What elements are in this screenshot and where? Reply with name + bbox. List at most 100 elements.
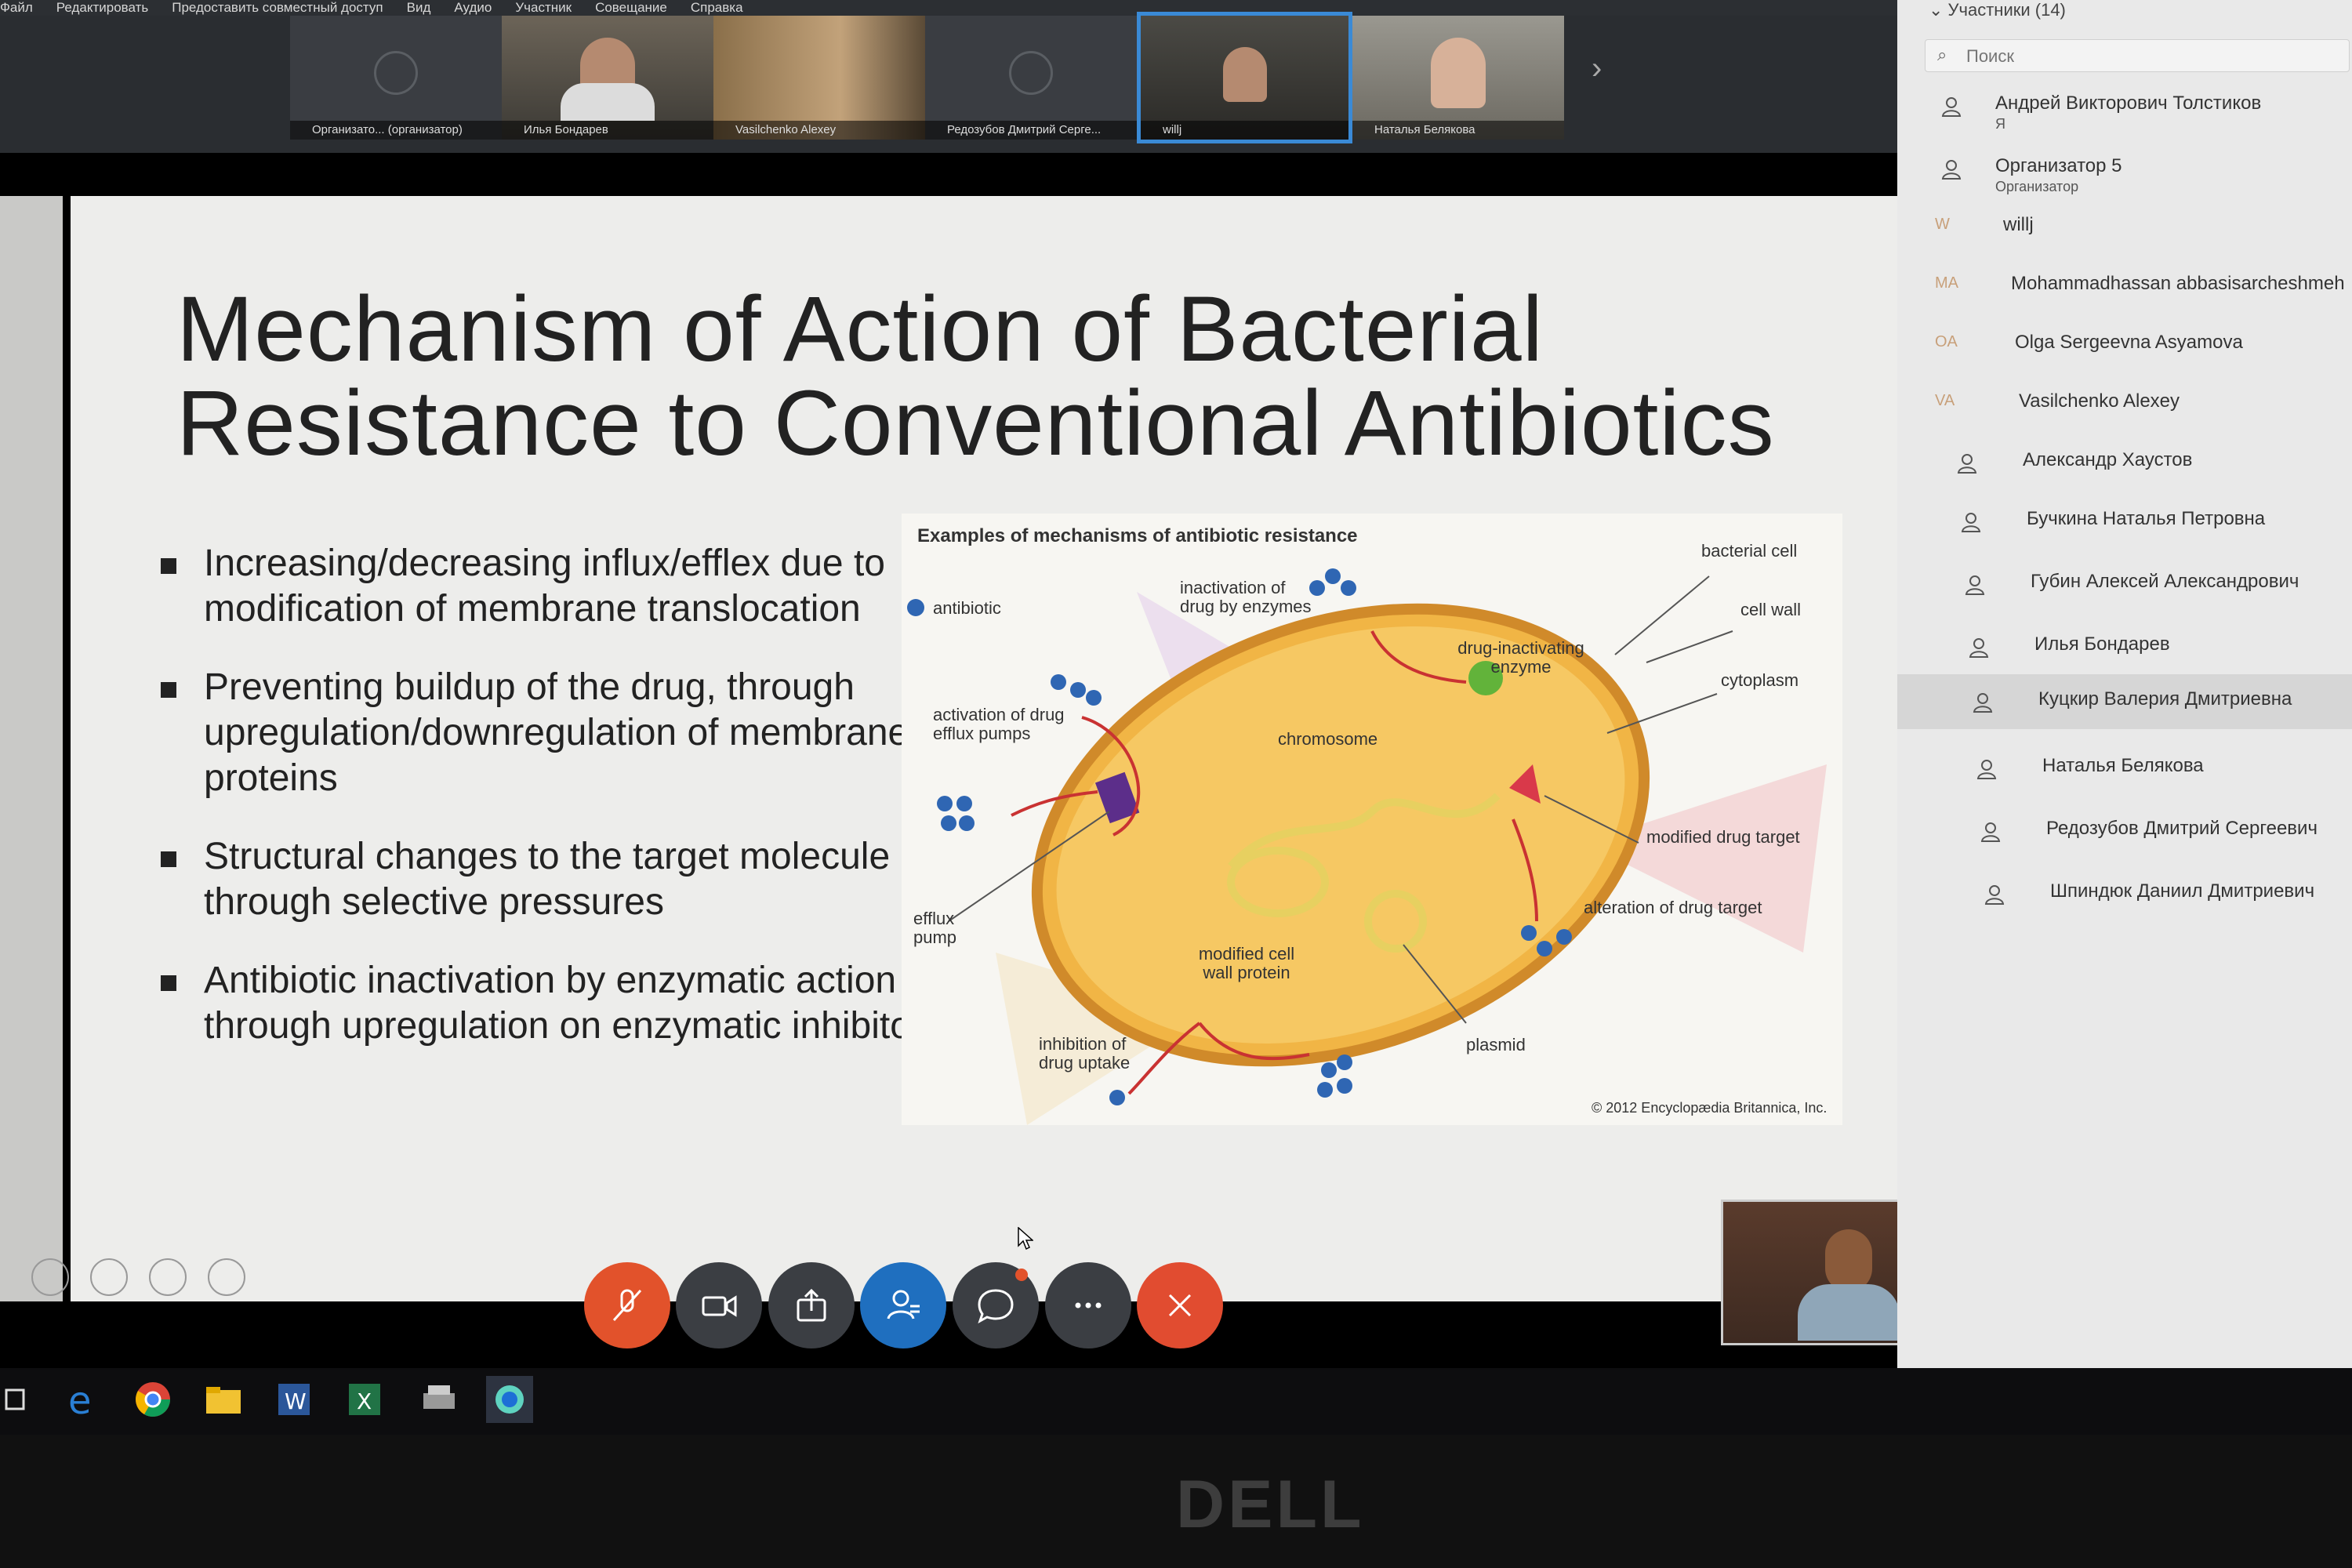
file-explorer-icon[interactable] [200,1376,247,1423]
participant-row[interactable]: Наталья Белякова [1897,741,2352,796]
zoom-icon[interactable] [90,1258,128,1296]
chat-button[interactable] [953,1262,1039,1348]
participant-row[interactable]: Андрей Викторович Толстиков Я [1897,78,2352,133]
word-icon[interactable]: W [270,1376,318,1423]
microphone-muted-icon [612,1289,642,1322]
menu-audio[interactable]: Аудио [454,0,492,16]
bullet-item: Preventing buildup of the drug, through … [149,665,949,801]
diagram-label-bacterial-cell: bacterial cell [1701,541,1798,561]
search-input[interactable] [1965,45,2336,67]
participant-search[interactable]: ⌕ [1925,39,2350,72]
diagram-label-cytoplasm: cytoplasm [1721,670,1799,690]
diagram-title: Examples of mechanisms of antibiotic res… [917,525,1358,546]
menu-file[interactable]: Файл [0,0,33,16]
participants-button[interactable] [860,1262,946,1348]
diagram-label-activation: activation of drug efflux pumps [933,705,1065,743]
video-tile-label: willj [1141,121,1348,140]
participant-row-selected[interactable]: Куцкир Валерия Дмитриевна [1897,674,2352,729]
excel-icon[interactable]: X [341,1376,388,1423]
diagram-label-antibiotic: antibiotic [933,598,1001,618]
video-tile[interactable]: Организато... (организатор) [290,16,502,140]
participant-row[interactable]: W willj [1897,200,2352,255]
video-tile[interactable]: Vasilchenko Alexey [713,16,925,140]
menu-share[interactable]: Предоставить совместный доступ [172,0,383,16]
mute-button[interactable] [584,1262,670,1348]
participants-header[interactable]: ⌄ Участники (14) [1929,0,2066,20]
person-icon [1980,821,2002,843]
participant-row[interactable]: Александр Хаустов [1897,435,2352,490]
participant-row[interactable]: OA Olga Sergeevna Asyamova [1897,318,2352,372]
bullet-square-icon [161,851,176,867]
bullet-square-icon [161,682,176,698]
windows-taskbar: e W X [0,1368,2352,1435]
person-icon [1940,96,1962,118]
fit-screen-icon[interactable] [149,1258,187,1296]
menu-meeting[interactable]: Совещание [595,0,667,16]
video-tile-active[interactable]: willj [1137,12,1352,143]
participant-row[interactable]: MA Mohammadhassan abbasisarcheshmeh [1897,259,2352,314]
participant-row[interactable]: Шпиндюк Даниил Дмитриевич [1897,866,2352,921]
participant-row[interactable]: Организатор 5 Организатор [1897,141,2352,196]
participants-panel: ⌄ Участники (14) ⌕ Андрей Викторович Тол… [1897,0,2352,1368]
svg-text:e: e [68,1379,92,1423]
participant-video [1222,47,1267,102]
slide-thumbnail-strip [0,196,63,1301]
menu-edit[interactable]: Редактировать [56,0,148,16]
diagram-label-drug-inactivating: drug-inactivating enzyme [1457,638,1584,677]
chevron-down-icon: ⌄ [1929,0,1948,20]
more-options-button[interactable] [1045,1262,1131,1348]
video-tile[interactable]: Наталья Белякова [1352,16,1564,140]
menu-view[interactable]: Вид [407,0,431,16]
person-icon [1968,637,1990,659]
person-icon [1972,691,1994,713]
mouse-cursor-icon [1018,1226,1034,1250]
chrome-icon[interactable] [129,1376,176,1423]
edge-icon[interactable]: e [59,1376,106,1423]
diagram-label-chromosome: chromosome [1278,729,1378,749]
video-button[interactable] [676,1262,762,1348]
participant-row[interactable]: Редозубов Дмитрий Сергеевич [1897,804,2352,858]
participants-icon [887,1290,920,1319]
svg-text:X: X [357,1388,372,1414]
leave-meeting-button[interactable] [1137,1262,1223,1348]
participant-row[interactable]: Бучкина Наталья Петровна [1897,494,2352,549]
bullet-list: Increasing/decreasing influx/efflex due … [149,541,949,1082]
antibiotic-resistance-diagram: Examples of mechanisms of antibiotic res… [902,514,1842,1125]
share-button[interactable] [768,1262,855,1348]
video-tile[interactable]: Илья Бондарев [502,16,713,140]
avatar-placeholder-icon [1009,51,1053,95]
participant-row[interactable]: VA Vasilchenko Alexey [1897,376,2352,431]
video-tile-label: Vasilchenko Alexey [713,121,925,140]
diagram-label-efflux-pump: efflux pump [913,909,957,947]
more-tools-icon[interactable] [208,1258,245,1296]
participant-row[interactable]: Илья Бондарев [1897,619,2352,674]
diagram-label-inactivation: inactivation of drug by enzymes [1180,578,1312,616]
menu-participant[interactable]: Участник [515,0,572,16]
task-view-icon[interactable] [0,1376,47,1423]
menu-help[interactable]: Справка [691,0,743,16]
participant-row[interactable]: Губин Алексей Александрович [1897,557,2352,612]
close-icon [1168,1294,1192,1317]
video-tile-label: Илья Бондарев [502,121,713,140]
webex-icon[interactable] [486,1376,533,1423]
diagram-label-inhibition: inhibition of drug uptake [1039,1034,1131,1073]
annotation-tools [0,1258,251,1298]
person-icon [1960,511,1982,533]
search-icon: ⌕ [1937,45,1947,64]
video-strip: Организато... (организатор) Илья Бондаре… [0,12,1897,153]
printer-app-icon[interactable] [416,1376,463,1423]
video-tile-label: Организато... (организатор) [290,121,502,140]
bullet-item: Increasing/decreasing influx/efflex due … [149,541,949,632]
avatar-placeholder-icon [374,51,418,95]
chevron-right-icon[interactable]: › [1592,51,1602,86]
diagram-label-modified-cell-wall: modified cell wall protein [1198,944,1295,982]
annotate-icon[interactable] [31,1258,69,1296]
diagram-label-alteration: alteration of drug target [1584,898,1762,917]
monitor-logo: DELL [1176,1467,1365,1542]
person-icon [1956,452,1978,474]
bullet-square-icon [161,558,176,574]
svg-text:W: W [285,1388,307,1414]
camera-icon [702,1295,737,1317]
person-icon [1976,758,1998,780]
video-tile[interactable]: Редозубов Дмитрий Серге... [925,16,1137,140]
